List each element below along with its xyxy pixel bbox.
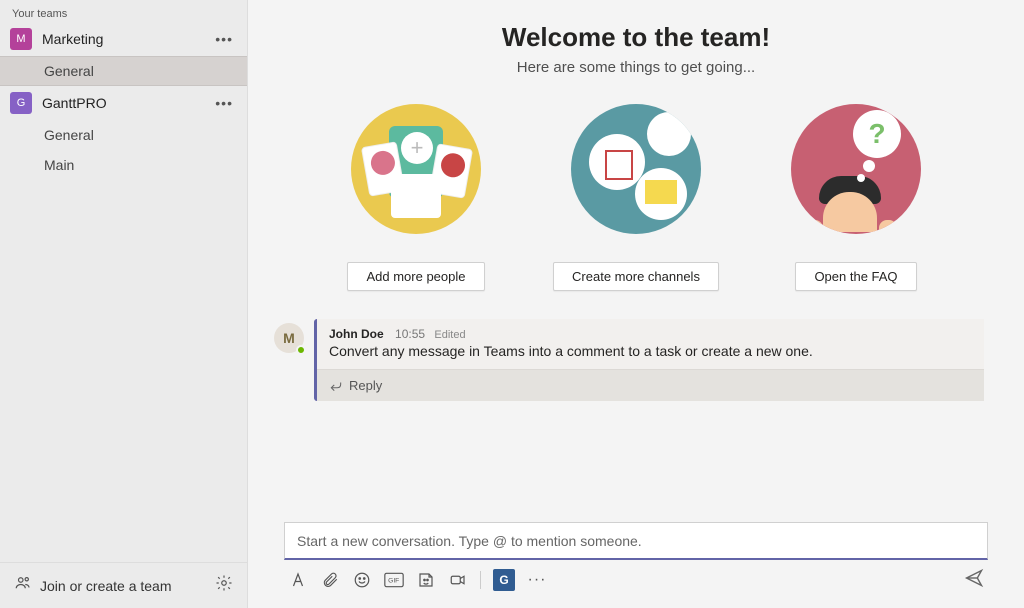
meet-now-icon[interactable] [448, 570, 468, 590]
gear-icon[interactable] [215, 574, 233, 597]
create-more-channels-button[interactable]: Create more channels [553, 262, 719, 291]
toolbar-divider [480, 571, 481, 589]
ganttpro-app-button[interactable]: G [493, 569, 515, 591]
message-block: M John Doe 10:55 Edited Convert any mess… [274, 319, 984, 401]
sticker-icon[interactable] [416, 570, 436, 590]
team-avatar-ganttpro: G [10, 92, 32, 114]
sidebar-header: Your teams [0, 0, 247, 22]
open-faq-button[interactable]: Open the FAQ [795, 262, 916, 291]
reply-button[interactable]: Reply [317, 369, 984, 401]
welcome-subtitle: Here are some things to get going... [248, 59, 1024, 76]
channel-label: Main [44, 157, 74, 173]
add-more-people-button[interactable]: Add more people [347, 262, 484, 291]
compose-toolbar: GIF G ··· [284, 562, 988, 598]
presence-available-icon [296, 345, 306, 355]
composer: GIF G ··· [248, 522, 1024, 608]
channel-label: General [44, 63, 94, 79]
join-create-team[interactable]: Join or create a team [40, 578, 215, 594]
compose-input[interactable] [284, 522, 988, 560]
team-name: GanttPRO [42, 95, 211, 111]
more-apps-icon[interactable]: ··· [527, 570, 547, 590]
team-name: Marketing [42, 31, 211, 47]
card-create-channels: Create more channels [546, 104, 726, 291]
svg-text:GIF: GIF [388, 578, 399, 585]
emoji-icon[interactable] [352, 570, 372, 590]
team-marketing[interactable]: M Marketing ••• [0, 22, 247, 56]
sidebar: Your teams M Marketing ••• General G Gan… [0, 0, 248, 608]
channel-general-marketing[interactable]: General [0, 56, 247, 86]
create-channels-illustration [571, 104, 701, 234]
message-text: Convert any message in Teams into a comm… [329, 343, 972, 367]
main-panel: Welcome to the team! Here are some thing… [248, 0, 1024, 608]
team-ganttpro[interactable]: G GanttPRO ••• [0, 86, 247, 120]
open-faq-illustration: ? [791, 104, 921, 234]
reply-label: Reply [349, 378, 382, 393]
more-icon[interactable]: ••• [211, 31, 237, 47]
join-team-icon [14, 574, 32, 597]
channel-label: General [44, 127, 94, 143]
channel-main-ganttpro[interactable]: Main [0, 150, 247, 180]
send-icon[interactable] [964, 568, 984, 593]
attach-icon[interactable] [320, 570, 340, 590]
action-cards: Add more people Create more channels ? O… [248, 104, 1024, 291]
sidebar-footer: Join or create a team [0, 562, 247, 608]
message-author: John Doe [329, 327, 384, 341]
gif-icon[interactable]: GIF [384, 570, 404, 590]
message-time: 10:55 [395, 327, 425, 341]
welcome-title: Welcome to the team! [248, 22, 1024, 53]
message-edited-label: Edited [434, 329, 465, 341]
channel-general-ganttpro[interactable]: General [0, 120, 247, 150]
team-avatar-marketing: M [10, 28, 32, 50]
welcome-section: Welcome to the team! Here are some thing… [248, 0, 1024, 291]
more-icon[interactable]: ••• [211, 95, 237, 111]
card-add-people: Add more people [326, 104, 506, 291]
message-avatar[interactable]: M [274, 323, 304, 353]
message-body[interactable]: John Doe 10:55 Edited Convert any messag… [314, 319, 984, 401]
format-icon[interactable] [288, 570, 308, 590]
add-people-illustration [351, 104, 481, 234]
message-meta: John Doe 10:55 Edited [329, 327, 972, 341]
reply-icon [329, 379, 343, 393]
avatar-initial: M [283, 330, 295, 346]
card-open-faq: ? Open the FAQ [766, 104, 946, 291]
